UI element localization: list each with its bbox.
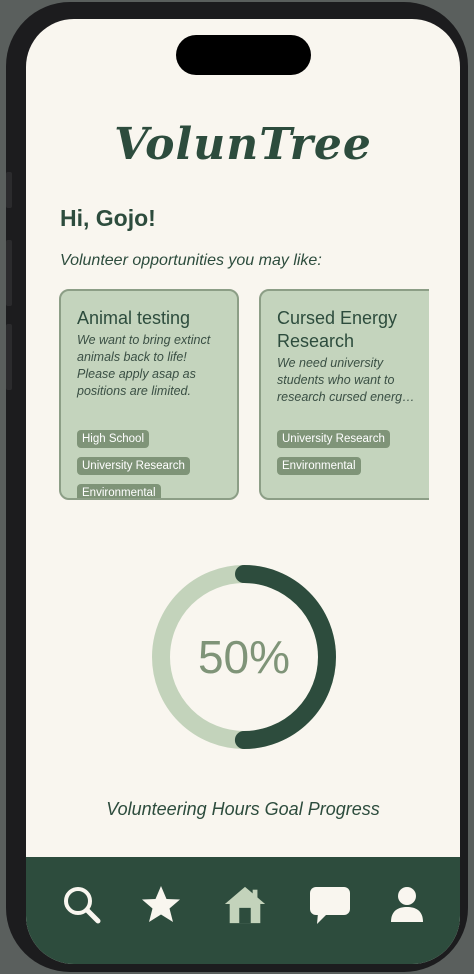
opportunity-description: We want to bring extinct animals back to…: [77, 333, 211, 398]
opportunity-title: Animal testing: [77, 308, 191, 328]
nav-messages-button[interactable]: [308, 883, 352, 927]
volume-up-button: [6, 240, 12, 306]
home-icon: [224, 886, 266, 924]
tag-badge: University Research: [277, 430, 390, 448]
opportunity-card[interactable]: Animal testing We want to bring extinct …: [59, 289, 239, 500]
tag-badge: University Research: [77, 457, 190, 475]
progress-ring: 50%: [151, 564, 337, 750]
search-icon: [64, 887, 101, 924]
progress-label: Volunteering Hours Goal Progress: [106, 799, 380, 819]
opportunity-card[interactable]: Cursed Energy Research We need universit…: [259, 289, 429, 500]
chat-icon: [310, 887, 350, 924]
star-icon: [142, 886, 180, 922]
tag-badge: Environmental: [277, 457, 361, 475]
tag-badge: Environmental: [77, 484, 161, 498]
opportunity-tags: High School University Research Environm…: [77, 429, 190, 498]
nav-search-button[interactable]: [60, 883, 104, 927]
dynamic-island: [176, 35, 311, 75]
nav-home-button[interactable]: [223, 883, 267, 927]
recommendations-subtitle: Volunteer opportunities you may like:: [60, 252, 322, 269]
nav-profile-button[interactable]: [385, 883, 429, 927]
opportunity-title: Cursed Energy Research: [277, 308, 398, 351]
opportunity-carousel[interactable]: Animal testing We want to bring extinct …: [59, 289, 429, 505]
app-screen: VolunTree Hi, Gojo! Volunteer opportunit…: [26, 19, 460, 964]
app-logo: VolunTree: [114, 119, 372, 170]
volume-down-button: [6, 324, 12, 390]
progress-percent: 50%: [197, 631, 291, 683]
mute-switch: [6, 172, 12, 208]
bottom-nav: [26, 857, 460, 964]
phone-frame: VolunTree Hi, Gojo! Volunteer opportunit…: [6, 2, 468, 972]
tag-badge: High School: [77, 430, 150, 448]
profile-icon: [391, 887, 423, 922]
nav-favorites-button[interactable]: [139, 883, 183, 927]
greeting-heading: Hi, Gojo!: [60, 205, 156, 231]
opportunity-description: We need university students who want to …: [277, 356, 415, 404]
opportunity-tags: University Research Environmental: [277, 429, 390, 483]
